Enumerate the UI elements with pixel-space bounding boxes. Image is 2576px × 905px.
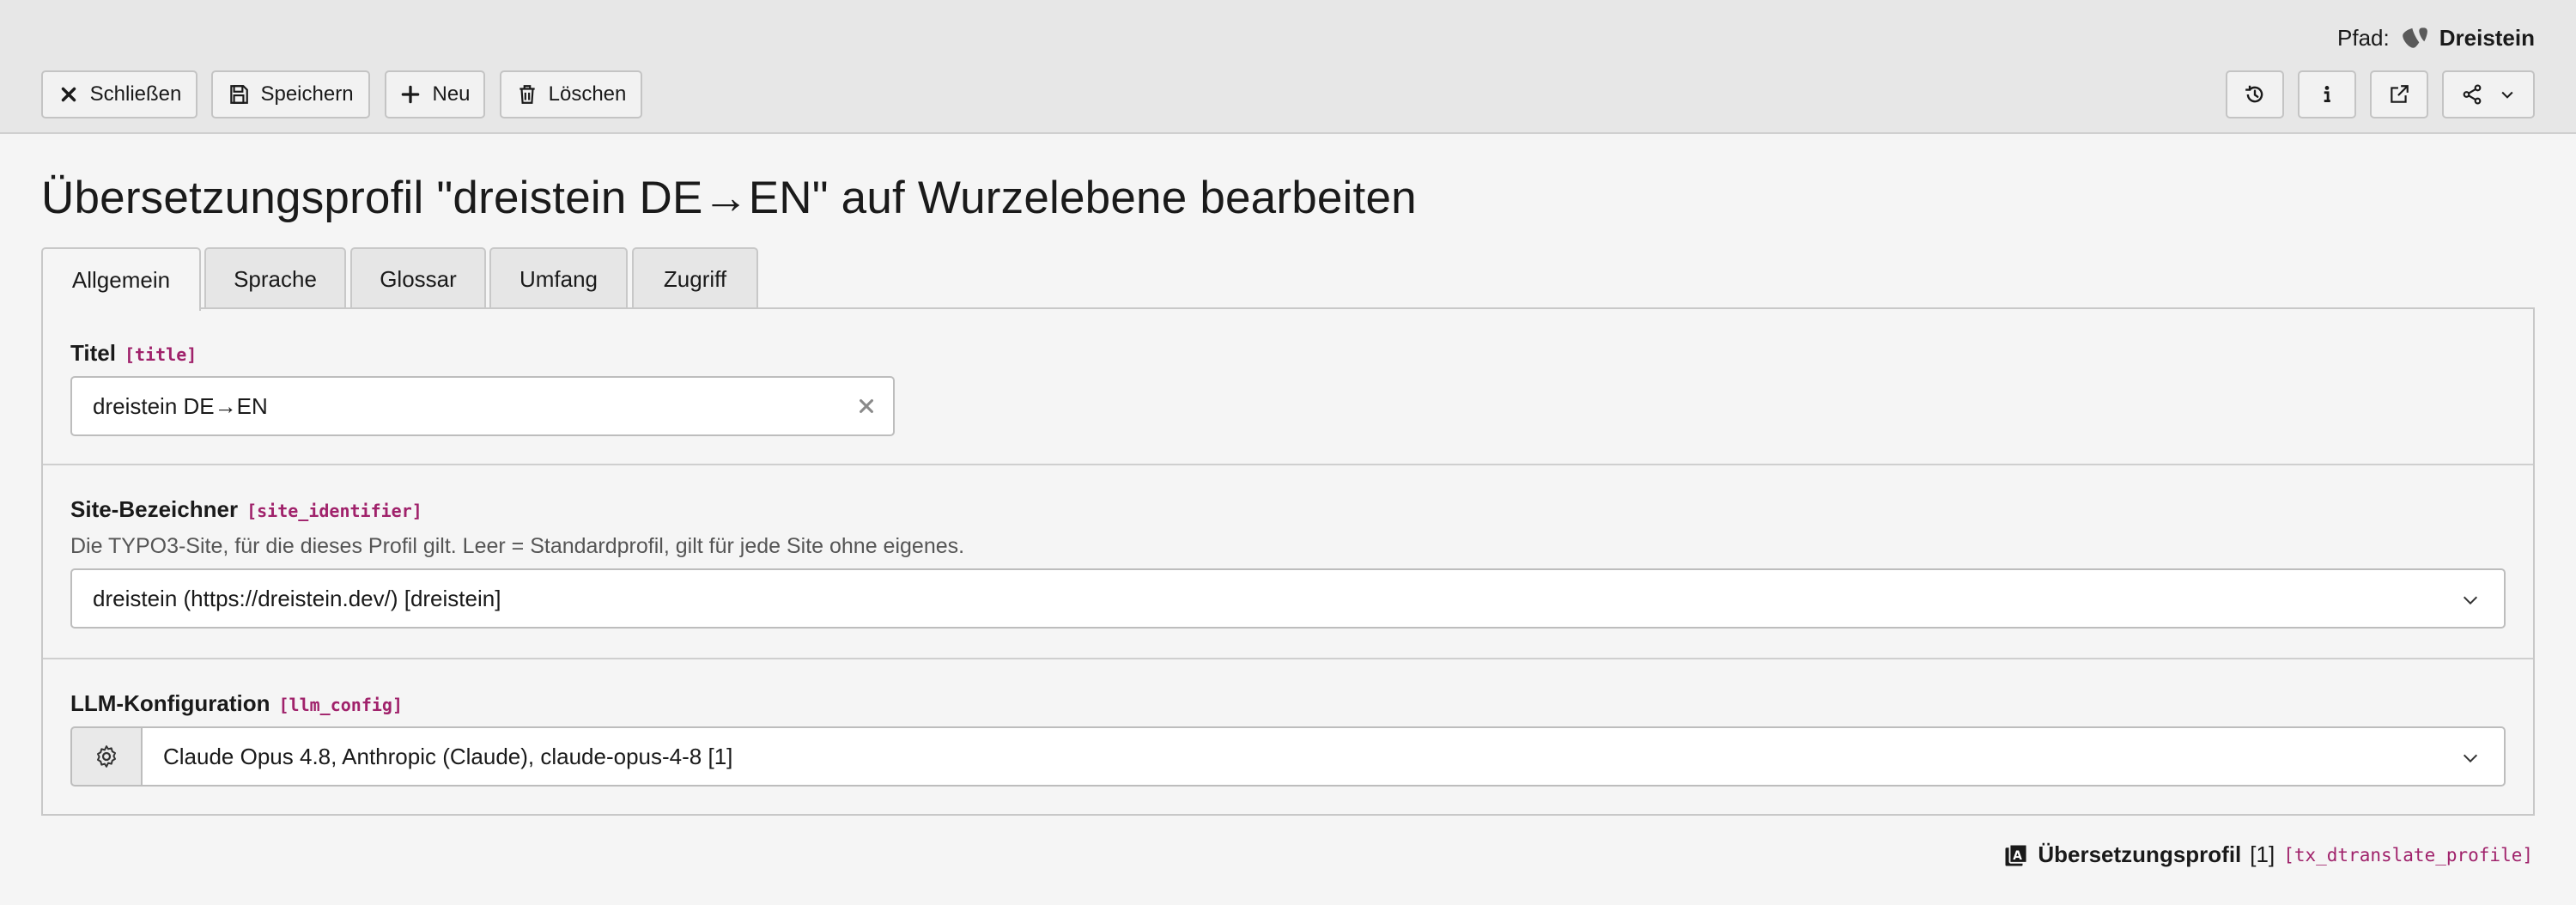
title-field-section: Titel [title] dreistein DE→EN xyxy=(43,309,2533,465)
llm-config-settings-button[interactable] xyxy=(70,726,143,787)
gear-icon xyxy=(97,745,116,768)
site-identifier-section: Site-Bezeichner [site_identifier] Die TY… xyxy=(43,465,2533,659)
title-input[interactable]: dreistein DE→EN xyxy=(70,376,895,436)
llm-config-label: LLM-Konfiguration [llm_config] xyxy=(70,690,403,717)
path-site-name[interactable]: Dreistein xyxy=(2439,25,2535,52)
field-label-text: Site-Bezeichner xyxy=(70,496,239,522)
history-icon xyxy=(2245,85,2263,103)
share-button[interactable] xyxy=(2442,70,2535,118)
close-button[interactable]: Schließen xyxy=(41,70,197,118)
share-icon xyxy=(2463,84,2482,105)
title-field-label: Titel [title] xyxy=(70,340,197,367)
tab-glossar[interactable]: Glossar xyxy=(350,247,486,309)
llm-config-selected-value: Claude Opus 4.8, Anthropic (Claude), cla… xyxy=(163,743,733,769)
path-label: Pfad: xyxy=(2337,24,2390,51)
open-new-window-icon xyxy=(2391,85,2409,103)
record-title: Übersetzungsprofil xyxy=(2038,841,2242,867)
site-identifier-select[interactable]: dreistein (https://dreistein.dev/) [drei… xyxy=(70,568,2506,629)
site-identifier-description: Die TYPO3-Site, für die dieses Profil gi… xyxy=(70,534,965,558)
save-button-label: Speichern xyxy=(260,82,354,106)
save-icon xyxy=(230,85,249,104)
doc-header: Pfad: Dreistein Schließen Speichern Neu xyxy=(0,0,2576,134)
site-identifier-selected-value: dreistein (https://dreistein.dev/) [drei… xyxy=(93,585,501,611)
info-button[interactable] xyxy=(2298,70,2356,118)
field-key: [title] xyxy=(124,344,197,365)
field-key: [site_identifier] xyxy=(246,501,422,521)
close-icon xyxy=(61,87,76,102)
close-button-label: Schließen xyxy=(89,82,182,106)
record-info: A Übersetzungsprofil [1] [tx_dtranslate_… xyxy=(2003,841,2533,868)
info-icon xyxy=(2324,86,2330,102)
tab-label: Allgemein xyxy=(71,266,171,293)
record-table: [tx_dtranslate_profile] xyxy=(2283,844,2533,866)
tab-sprache[interactable]: Sprache xyxy=(204,247,346,309)
tab-label: Glossar xyxy=(380,265,457,292)
site-identifier-label: Site-Bezeichner [site_identifier] xyxy=(70,496,422,523)
form-panel: Titel [title] dreistein DE→EN Site-Bezei… xyxy=(41,307,2535,816)
new-button-label: Neu xyxy=(432,82,471,106)
page-title: Übersetzungsprofil "dreistein DE→EN" auf… xyxy=(41,173,1417,223)
chevron-down-icon xyxy=(2463,754,2478,763)
record-uid: [1] xyxy=(2250,841,2275,867)
tab-allgemein[interactable]: Allgemein xyxy=(41,247,201,311)
tab-zugriff[interactable]: Zugriff xyxy=(632,247,758,309)
chevron-down-icon xyxy=(2463,596,2478,605)
new-button[interactable]: Neu xyxy=(385,70,485,118)
field-label-text: LLM-Konfiguration xyxy=(70,690,270,716)
delete-button-label: Löschen xyxy=(548,82,627,106)
chevron-down-icon xyxy=(2501,91,2513,99)
breadcrumb: Pfad: Dreistein xyxy=(2337,21,2535,55)
save-button[interactable]: Speichern xyxy=(211,70,370,118)
tab-label: Umfang xyxy=(519,265,598,292)
history-button[interactable] xyxy=(2226,70,2284,118)
trash-icon xyxy=(519,85,535,104)
record-icon: A xyxy=(2005,843,2028,866)
tab-label: Sprache xyxy=(234,265,317,292)
view-button[interactable] xyxy=(2370,70,2428,118)
title-input-value: dreistein DE→EN xyxy=(93,392,268,419)
plus-icon xyxy=(402,85,420,104)
llm-config-select[interactable]: Claude Opus 4.8, Anthropic (Claude), cla… xyxy=(141,726,2506,787)
svg-text:A: A xyxy=(2014,849,2023,863)
llm-config-section: LLM-Konfiguration [llm_config] Claude Op… xyxy=(43,659,2533,817)
field-label-text: Titel xyxy=(70,340,116,366)
typo3-logo-icon xyxy=(2402,27,2427,48)
tab-label: Zugriff xyxy=(663,265,727,292)
field-key: [llm_config] xyxy=(278,695,404,715)
delete-button[interactable]: Löschen xyxy=(500,70,642,118)
tab-umfang[interactable]: Umfang xyxy=(489,247,628,309)
clear-icon[interactable] xyxy=(857,397,876,416)
